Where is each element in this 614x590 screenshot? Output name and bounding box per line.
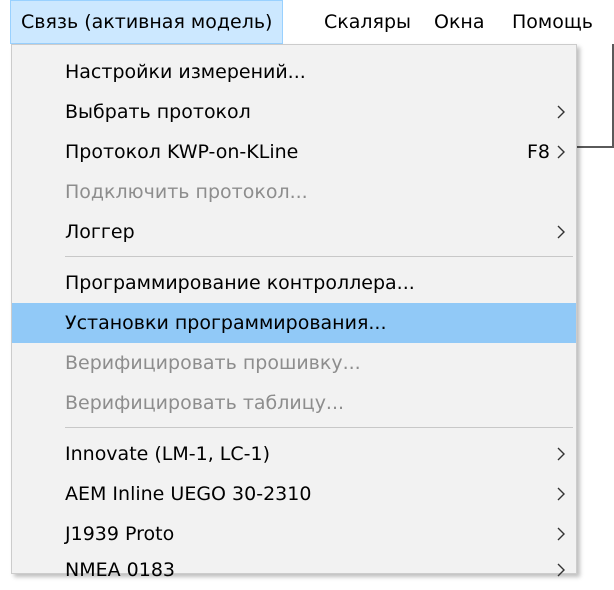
menu-separator bbox=[65, 427, 573, 428]
menu-item-kwp-protocol[interactable]: Протокол KWP-on-KLine F8 bbox=[12, 132, 576, 172]
menu-separator bbox=[65, 256, 573, 257]
menu-item-program-controller[interactable]: Программирование контроллера... bbox=[12, 263, 576, 303]
shortcut-label: F8 bbox=[526, 141, 550, 163]
menu-item-programming-settings[interactable]: Установки программирования... bbox=[12, 303, 576, 343]
menu-item-label: Выбрать протокол bbox=[65, 101, 251, 123]
dropdown-menu: Настройки измерений... Выбрать протокол … bbox=[11, 44, 577, 581]
menu-item-aem-uego[interactable]: AEM Inline UEGO 30-2310 bbox=[12, 474, 576, 514]
menubar-item-connection[interactable]: Связь (активная модель) bbox=[10, 0, 284, 44]
menu-item-label: Верифицировать таблицу... bbox=[65, 392, 345, 414]
menu-item-verify-table: Верифицировать таблицу... bbox=[12, 383, 576, 423]
menu-item-label: Настройки измерений... bbox=[65, 61, 306, 83]
menu-item-measurement-settings[interactable]: Настройки измерений... bbox=[12, 52, 576, 92]
menubar-item-help[interactable]: Помощь bbox=[502, 0, 603, 44]
menubar-item-scalars[interactable]: Скаляры bbox=[314, 0, 421, 44]
menu-item-logger[interactable]: Логгер bbox=[12, 212, 576, 252]
menu-item-connect-protocol: Подключить протокол... bbox=[12, 172, 576, 212]
menu-item-verify-firmware: Верифицировать прошивку... bbox=[12, 343, 576, 383]
menu-item-nmea-0183[interactable]: NMEA 0183 bbox=[12, 550, 576, 590]
menu-item-label: J1939 Proto bbox=[65, 523, 175, 545]
chevron-right-icon bbox=[554, 132, 568, 172]
chevron-right-icon bbox=[554, 434, 568, 474]
menu-item-label: Подключить протокол... bbox=[65, 181, 308, 203]
chevron-right-icon bbox=[554, 550, 568, 590]
menu-item-label: Установки программирования... bbox=[65, 312, 387, 334]
chevron-right-icon bbox=[554, 514, 568, 554]
menu-item-innovate[interactable]: Innovate (LM-1, LC-1) bbox=[12, 434, 576, 474]
menubar-item-windows[interactable]: Окна bbox=[424, 0, 495, 44]
chevron-right-icon bbox=[554, 474, 568, 514]
menu-item-label: Программирование контроллера... bbox=[65, 272, 415, 294]
chevron-right-icon bbox=[554, 212, 568, 252]
menu-item-label: Протокол KWP-on-KLine bbox=[65, 141, 299, 163]
menu-item-label: AEM Inline UEGO 30-2310 bbox=[65, 483, 312, 505]
menubar: Связь (активная модель) Скаляры Окна Пом… bbox=[0, 0, 614, 44]
menu-item-j1939-proto[interactable]: J1939 Proto bbox=[12, 514, 576, 554]
background-window-border-bottom bbox=[575, 146, 614, 148]
menu-item-label: Innovate (LM-1, LC-1) bbox=[65, 443, 271, 465]
menu-item-label: NMEA 0183 bbox=[65, 559, 176, 581]
menu-item-select-protocol[interactable]: Выбрать протокол bbox=[12, 92, 576, 132]
chevron-right-icon bbox=[554, 92, 568, 132]
menu-item-label: Верифицировать прошивку... bbox=[65, 352, 361, 374]
menu-item-label: Логгер bbox=[65, 221, 135, 243]
